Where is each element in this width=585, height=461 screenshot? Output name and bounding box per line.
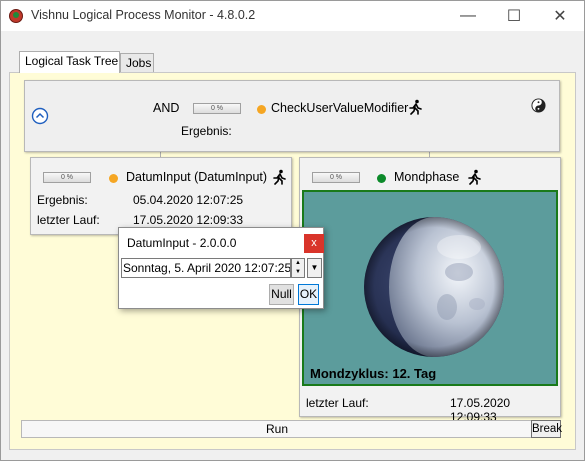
moon-phase-panel: Mondzyklus: 12. Tag xyxy=(302,190,558,386)
tab-logical-task-tree[interactable]: Logical Task Tree xyxy=(19,51,120,73)
running-man-icon[interactable] xyxy=(466,169,482,185)
maximize-button[interactable]: ☐ xyxy=(491,1,537,31)
break-button[interactable]: Break xyxy=(531,420,562,438)
status-indicator xyxy=(377,174,386,183)
run-status-bar: Run Break xyxy=(21,420,562,438)
title-bar: Vishnu Logical Process Monitor - 4.8.0.2… xyxy=(1,1,584,31)
moon-cycle-caption: Mondzyklus: 12. Tag xyxy=(310,366,437,381)
date-spinner[interactable]: ▲ ▼ xyxy=(291,258,305,278)
status-indicator xyxy=(109,174,118,183)
datum-input-task-node: 0 % DatumInput (DatumInput) Ergebnis: 05… xyxy=(30,157,292,235)
window-title: Vishnu Logical Process Monitor - 4.8.0.2 xyxy=(31,8,256,22)
result-value: 05.04.2020 12:07:25 xyxy=(133,193,244,207)
task-name: Mondphase xyxy=(394,170,460,184)
date-time-input[interactable]: Sonntag, 5. April 2020 12:07:25 xyxy=(121,258,291,278)
running-man-icon[interactable] xyxy=(407,99,423,115)
progress-bar: 0 % xyxy=(193,103,241,114)
last-run-label: letzter Lauf: xyxy=(306,396,369,410)
spin-down-icon[interactable]: ▼ xyxy=(292,268,304,277)
yin-yang-icon[interactable] xyxy=(531,98,546,113)
spin-up-icon[interactable]: ▲ xyxy=(292,259,304,268)
app-window: Vishnu Logical Process Monitor - 4.8.0.2… xyxy=(0,0,585,461)
null-button[interactable]: Null xyxy=(269,284,294,305)
tab-jobs[interactable]: Jobs xyxy=(120,53,154,73)
last-run-value: 17.05.2020 12:09:33 xyxy=(133,213,244,227)
ok-button[interactable]: OK xyxy=(298,284,319,305)
mondphase-task-node: 0 % Mondphase Mondzyklus: 12. Tag letzte… xyxy=(299,157,561,424)
task-name: DatumInput (DatumInput) xyxy=(126,170,268,184)
result-label: Ergebnis: xyxy=(37,193,88,207)
progress-bar: 0 % xyxy=(312,172,360,183)
datum-input-dialog: DatumInput - 2.0.0.0 x Sonntag, 5. April… xyxy=(118,227,324,309)
logic-operator: AND xyxy=(153,101,180,115)
last-run-label: letzter Lauf: xyxy=(37,213,100,227)
dialog-title: DatumInput - 2.0.0.0 xyxy=(127,236,237,250)
minimize-button[interactable]: — xyxy=(445,1,491,31)
close-button[interactable]: ✕ xyxy=(537,1,583,31)
progress-bar: 0 % xyxy=(43,172,91,183)
dialog-close-button[interactable]: x xyxy=(304,234,324,253)
app-logo-icon xyxy=(9,9,23,23)
moon-phase-image xyxy=(364,217,504,357)
root-task-node: AND 0 % CheckUserValueModifier Ergebnis: xyxy=(24,80,560,152)
task-name: CheckUserValueModifier xyxy=(271,101,409,115)
status-indicator xyxy=(257,105,266,114)
result-label: Ergebnis: xyxy=(181,124,232,138)
run-button[interactable]: Run xyxy=(22,421,532,437)
chevron-up-circle-icon[interactable] xyxy=(31,107,49,125)
running-man-icon[interactable] xyxy=(271,169,287,185)
calendar-dropdown-button[interactable]: ▼ xyxy=(307,258,322,278)
